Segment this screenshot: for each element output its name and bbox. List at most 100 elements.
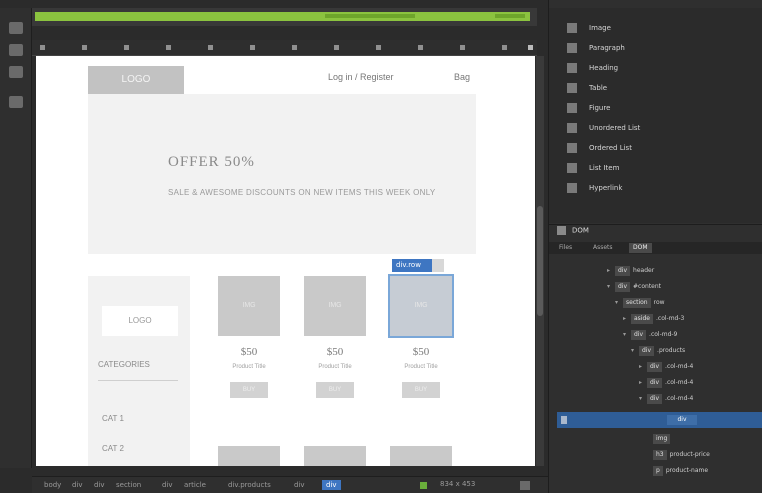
sidebar-divider [98, 380, 178, 381]
dom-node[interactable]: img [653, 434, 673, 444]
crumb-article[interactable]: article [184, 480, 206, 490]
ruler-handle-icon[interactable] [528, 45, 533, 50]
product-name: Product Title [232, 364, 266, 370]
tab-dom[interactable]: DOM [629, 243, 652, 253]
media-query-segment [495, 14, 525, 18]
dom-node[interactable]: ▾ div .col-md-9 [623, 330, 677, 340]
table-icon [567, 83, 577, 93]
insert-panel: Image Paragraph Heading Table Figure Uno… [549, 8, 762, 223]
gear-icon[interactable] [432, 259, 444, 272]
heading-icon [567, 63, 577, 73]
design-canvas[interactable]: LOGO Log in / Register Bag OFFER 50% SAL… [36, 56, 535, 466]
dom-panel-header[interactable]: DOM [557, 226, 589, 235]
code-collapse-icon[interactable] [9, 96, 23, 108]
selection-tag-label: div.row [396, 261, 421, 269]
media-query-bar[interactable] [32, 8, 537, 26]
preview-icon[interactable] [520, 481, 530, 490]
tab-files[interactable]: Files [555, 243, 576, 253]
ruler-tick [460, 45, 465, 50]
ruler-tick [418, 45, 423, 50]
crumb-body[interactable]: body [44, 480, 61, 490]
element-selection-tag[interactable]: div.row [392, 259, 444, 272]
dom-node[interactable]: ▾ div #content [607, 282, 661, 292]
dom-node[interactable]: ▾ div .products [631, 346, 685, 356]
horizontal-ruler [32, 40, 537, 56]
product-price: $50 [326, 346, 344, 358]
panel-tabs: Files Assets DOM [549, 242, 762, 254]
product-image-row2[interactable] [390, 446, 452, 466]
product-image-row2[interactable] [304, 446, 366, 466]
tab-assets[interactable]: Assets [589, 243, 617, 253]
product-buy-button[interactable]: BUY [402, 382, 440, 398]
product-buy-button[interactable]: BUY [316, 382, 354, 398]
product-price: $50 [240, 346, 258, 358]
left-toolbar [0, 8, 32, 468]
inspect-icon[interactable] [9, 66, 23, 78]
dom-node[interactable]: p product-name [653, 466, 708, 476]
ruler-tick [376, 45, 381, 50]
dom-node[interactable]: ▸ div header [607, 266, 654, 276]
canvas-scrollbar[interactable] [536, 56, 544, 466]
panel-divider [549, 224, 762, 225]
live-view-icon[interactable] [9, 44, 23, 56]
dom-node[interactable]: ▸ aside .col-md-3 [623, 314, 684, 324]
dom-node[interactable]: ▾ section row [615, 298, 665, 308]
figure-icon [567, 103, 577, 113]
sidebar-category-1[interactable]: CAT 1 [102, 414, 124, 423]
dom-tree: ▸ div header ▾ div #content ▾ section row ▸ asi… [549, 256, 762, 486]
status-ok-icon [420, 482, 427, 489]
product-image-row2[interactable] [218, 446, 280, 466]
unordered-list-icon [567, 123, 577, 133]
tag-selector-bar: body div div section div article div.pro… [32, 476, 548, 493]
media-query-range[interactable] [35, 12, 530, 21]
crumb-div[interactable]: div [94, 480, 105, 490]
nav-logo[interactable]: LOGO [88, 66, 184, 94]
product-price: $50 [412, 346, 430, 358]
sidebar-heading: CATEGORIES [98, 360, 150, 369]
ruler-tick [166, 45, 171, 50]
editor-window: LOGO Log in / Register Bag OFFER 50% SAL… [0, 0, 762, 493]
category-sidebar[interactable]: LOGO CATEGORIES CAT 1 CAT 2 [88, 276, 190, 466]
product-name: Product Title [318, 364, 352, 370]
ruler-tick [334, 45, 339, 50]
hyperlink-icon [567, 183, 577, 193]
canvas-dimensions[interactable]: 834 x 453 [440, 480, 475, 488]
dom-node[interactable]: ▸ div .col-md-4 [639, 362, 693, 372]
ruler-tick [502, 45, 507, 50]
ruler-tick [40, 45, 45, 50]
crumb-div[interactable]: div [162, 480, 173, 490]
crumb-selected[interactable]: div [322, 480, 341, 490]
nav-bag-link[interactable]: Bag [454, 72, 470, 82]
product-image[interactable]: IMG [218, 276, 280, 336]
right-panel: Image Paragraph Heading Table Figure Uno… [548, 0, 762, 493]
scrollbar-thumb[interactable] [537, 206, 543, 316]
crumb-products[interactable]: div.products [228, 480, 271, 490]
image-icon [567, 23, 577, 33]
sidebar-category-2[interactable]: CAT 2 [102, 444, 124, 453]
media-query-segment [325, 14, 415, 18]
dom-node[interactable]: ▾ div .col-md-4 [639, 394, 693, 404]
list-item-icon [567, 163, 577, 173]
ordered-list-icon [567, 143, 577, 153]
nav-login-link[interactable]: Log in / Register [328, 72, 394, 82]
selected-marker-icon [561, 416, 567, 424]
dom-node[interactable]: h3 product-price [653, 450, 710, 460]
ruler-tick [250, 45, 255, 50]
dom-icon [557, 226, 566, 235]
product-buy-button[interactable]: BUY [230, 382, 268, 398]
crumb-div[interactable]: div [294, 480, 305, 490]
select-tool-icon[interactable] [9, 22, 23, 34]
hero-subtitle: SALE & AWESOME DISCOUNTS ON NEW ITEMS TH… [168, 188, 436, 197]
ruler-tick [124, 45, 129, 50]
crumb-section[interactable]: section [116, 480, 141, 490]
crumb-div[interactable]: div [72, 480, 83, 490]
dom-node-selected[interactable]: div [557, 412, 762, 428]
product-image[interactable]: IMG [388, 274, 454, 338]
sidebar-logo: LOGO [102, 306, 178, 336]
ruler-tick [292, 45, 297, 50]
product-image[interactable]: IMG [304, 276, 366, 336]
product-name: Product Title [404, 364, 438, 370]
ruler-tick [208, 45, 213, 50]
hero-banner[interactable]: OFFER 50% SALE & AWESOME DISCOUNTS ON NE… [88, 94, 476, 254]
dom-node[interactable]: ▸ div .col-md-4 [639, 378, 693, 388]
